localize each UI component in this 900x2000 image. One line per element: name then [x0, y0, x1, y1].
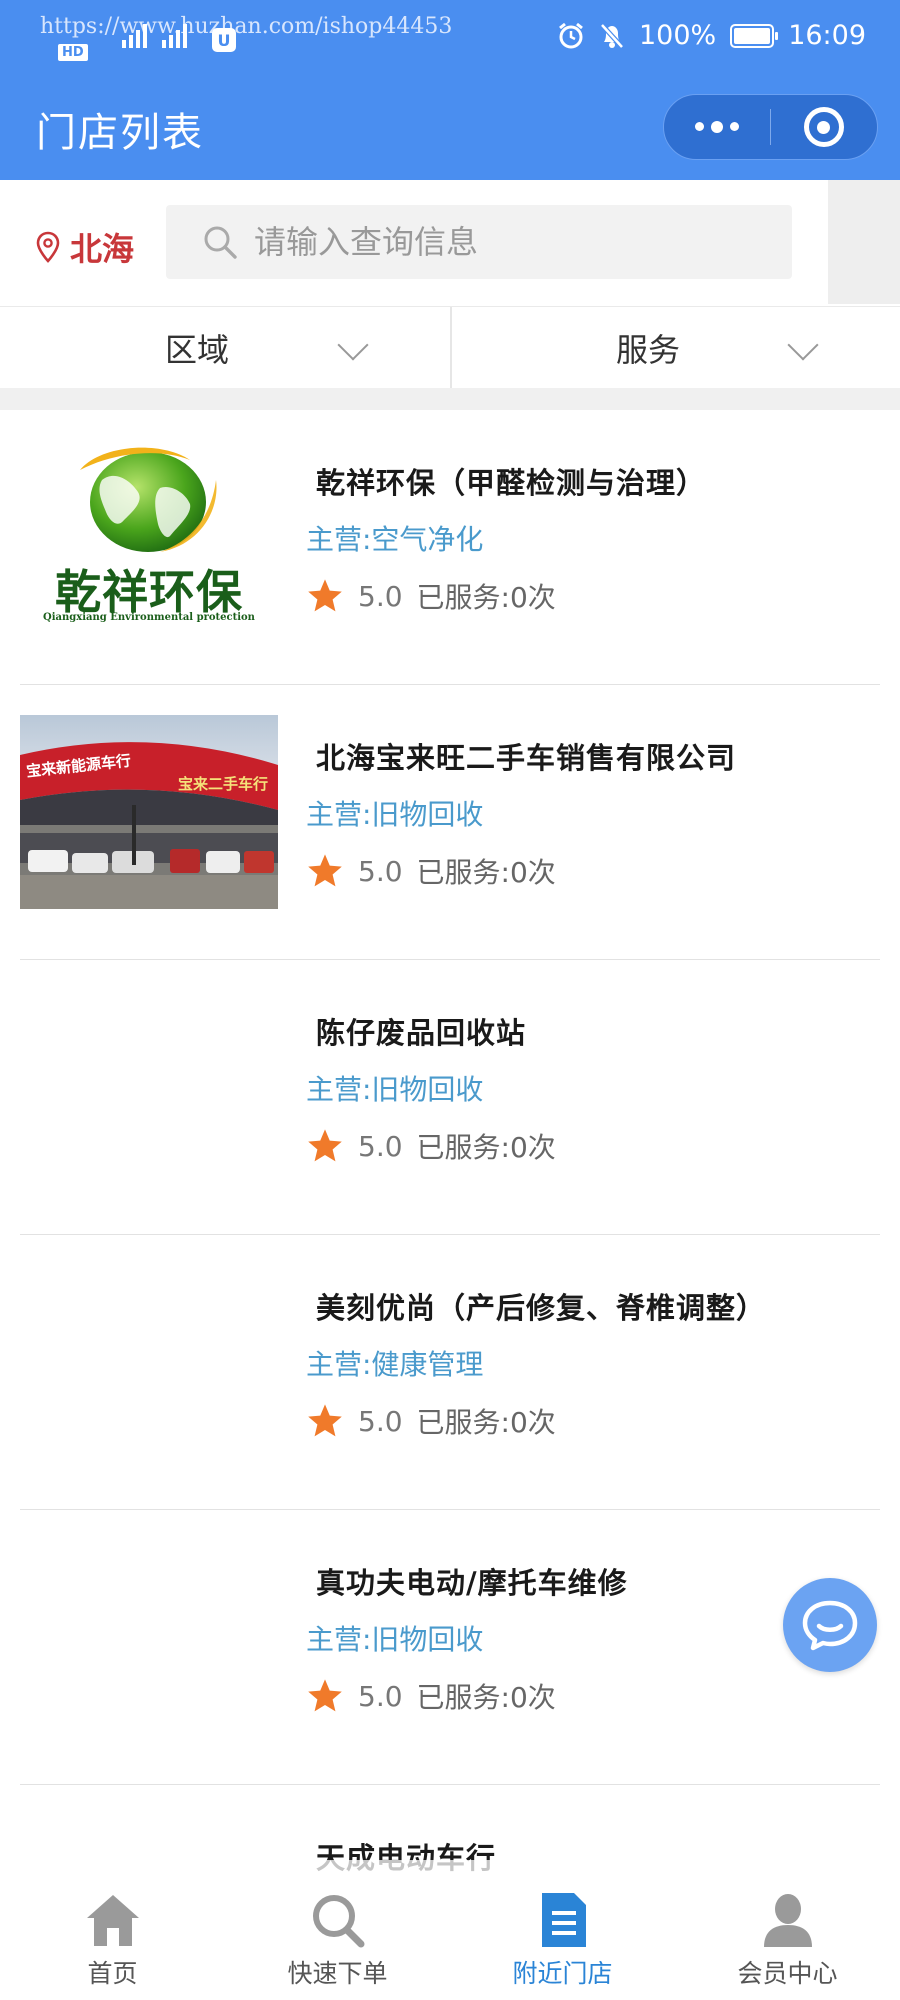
mini-program-capsule: [663, 94, 878, 160]
section-separator: [0, 388, 900, 410]
search-icon: [308, 1890, 368, 1950]
tab-nearby-stores-label: 附近门店: [512, 1959, 613, 1988]
search-input[interactable]: [254, 223, 774, 261]
filter-region-label: 区域: [164, 331, 229, 369]
store-served-count: 已服务:0次: [416, 1131, 556, 1164]
store-name[interactable]: 乾祥环保（甲醛检测与治理）: [316, 460, 706, 502]
store-served-count: 已服务:0次: [416, 581, 556, 614]
home-icon: [83, 1890, 143, 1950]
chat-icon: [802, 1600, 858, 1651]
store-main-business: 主营:旧物回收: [306, 798, 484, 831]
star-icon: [308, 1679, 342, 1712]
store-main-business: 主营:旧物回收: [306, 1073, 484, 1106]
search-area: 北海: [0, 180, 828, 302]
mute-icon: [600, 22, 624, 49]
store-rating: 5.0: [358, 1129, 403, 1163]
star-icon: [308, 579, 342, 612]
store-name[interactable]: 北海宝来旺二手车销售有限公司: [316, 735, 736, 777]
search-side-panel: [828, 180, 900, 304]
store-meta: 5.0 已服务:0次: [306, 1126, 556, 1166]
chevron-down-icon: [787, 329, 819, 361]
star-icon: [308, 1129, 342, 1162]
search-icon: [204, 226, 237, 259]
tab-bar: 首页 快速下单 附近门店 会员中心: [0, 1860, 900, 2000]
filter-bar: 区域 服务: [0, 306, 900, 389]
tab-member-center[interactable]: 会员中心: [675, 1860, 900, 2000]
store-main-business: 主营:旧物回收: [306, 1623, 484, 1656]
star-icon: [308, 854, 342, 887]
store-rating: 5.0: [358, 579, 403, 613]
battery-icon: [730, 23, 779, 48]
status-right: 100% 16:09: [557, 20, 866, 51]
page-title: 门店列表: [36, 110, 204, 156]
document-icon: [533, 1890, 593, 1950]
store-logo: 乾祥环保 Qiangxiang Environmental protection: [20, 440, 278, 634]
filter-service-label: 服务: [615, 331, 680, 369]
signal-icon: [122, 22, 147, 48]
store-main-business: 主营:空气净化: [306, 523, 484, 556]
logo-subtext: Qiangxiang Environmental protection: [43, 612, 255, 623]
location-pin-icon: [36, 231, 60, 263]
store-rating: 5.0: [358, 1679, 403, 1713]
more-options-button[interactable]: [664, 120, 770, 133]
signal-icon-2: [162, 22, 187, 48]
store-item[interactable]: 美刻优尚（产后修复、脊椎调整） 主营:健康管理 5.0 已服务:0次: [0, 1235, 900, 1510]
store-main-business: 主营:健康管理: [306, 1348, 484, 1381]
app-notification-icon: U: [212, 28, 236, 52]
target-icon: [803, 107, 844, 147]
store-served-count: 已服务:0次: [416, 1681, 556, 1714]
hd-badge: HD: [58, 44, 88, 61]
store-meta: 5.0 已服务:0次: [306, 1401, 556, 1441]
close-mini-program-button[interactable]: [771, 107, 877, 147]
chevron-down-icon: [337, 329, 369, 361]
status-time: 16:09: [788, 20, 866, 51]
filter-service[interactable]: 服务: [450, 307, 900, 389]
store-photo: 宝来新能源车行 宝来二手车行: [20, 715, 278, 909]
store-name[interactable]: 陈仔废品回收站: [316, 1010, 526, 1052]
store-served-count: 已服务:0次: [416, 1406, 556, 1439]
tab-nearby-stores[interactable]: 附近门店: [450, 1860, 675, 2000]
store-name[interactable]: 美刻优尚（产后修复、脊椎调整）: [316, 1285, 766, 1327]
store-rating: 5.0: [358, 854, 403, 888]
customer-service-button[interactable]: [783, 1578, 877, 1672]
star-icon: [308, 1404, 342, 1437]
store-meta: 5.0 已服务:0次: [306, 576, 556, 616]
storefront-image: [20, 742, 278, 909]
user-icon: [758, 1890, 818, 1950]
store-item[interactable]: 宝来新能源车行 宝来二手车行 北海宝来旺二手车销售有限公司 主营:旧物回收 5.…: [0, 685, 900, 960]
city-label: 北海: [70, 230, 135, 268]
store-name[interactable]: 真功夫电动/摩托车维修: [316, 1560, 628, 1602]
status-bar: https://www.huzhan.com/ishop44453 HD U 1…: [0, 0, 900, 80]
tab-home[interactable]: 首页: [0, 1860, 225, 2000]
store-meta: 5.0 已服务:0次: [306, 1676, 556, 1716]
filter-region[interactable]: 区域: [0, 307, 450, 389]
store-item[interactable]: 真功夫电动/摩托车维修 主营:旧物回收 5.0 已服务:0次: [0, 1510, 900, 1785]
city-selector[interactable]: 北海: [36, 224, 134, 270]
photo-sign-right: 宝来二手车行: [178, 775, 269, 793]
tab-quick-order[interactable]: 快速下单: [225, 1860, 450, 2000]
tab-member-center-label: 会员中心: [737, 1959, 838, 1988]
alarm-icon: [559, 22, 583, 48]
store-item[interactable]: 乾祥环保 Qiangxiang Environmental protection…: [0, 410, 900, 685]
store-meta: 5.0 已服务:0次: [306, 851, 556, 891]
battery-percent: 100%: [638, 20, 717, 51]
store-served-count: 已服务:0次: [416, 856, 556, 889]
tab-quick-order-label: 快速下单: [287, 1959, 388, 1988]
store-item[interactable]: 陈仔废品回收站 主营:旧物回收 5.0 已服务:0次: [0, 960, 900, 1235]
store-rating: 5.0: [358, 1404, 403, 1438]
search-box[interactable]: [166, 205, 792, 279]
tab-home-label: 首页: [87, 1959, 138, 1988]
watermark-text: https://www.huzhan.com/ishop44453: [40, 14, 453, 39]
header: https://www.huzhan.com/ishop44453 HD U 1…: [0, 0, 900, 180]
store-list: 乾祥环保 Qiangxiang Environmental protection…: [0, 410, 900, 2000]
